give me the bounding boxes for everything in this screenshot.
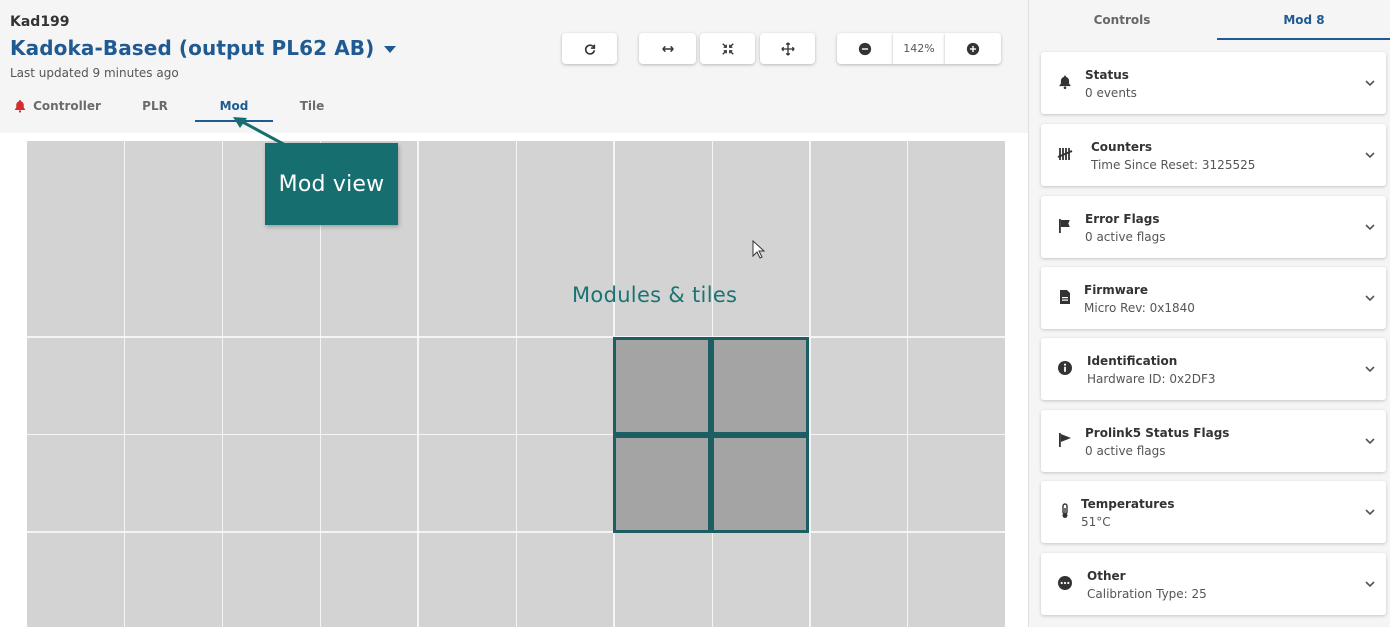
bell-icon	[1059, 75, 1071, 90]
info-icon	[1058, 361, 1072, 375]
chevron-down-icon	[1365, 581, 1375, 588]
more-icon	[1058, 576, 1072, 590]
card-title: Other	[1087, 569, 1126, 583]
zoom-level: 142%	[893, 33, 945, 64]
plus-circle-icon	[966, 42, 980, 55]
last-updated: Last updated 9 minutes ago	[10, 66, 179, 80]
chevron-down-icon	[1365, 509, 1375, 516]
mod-grid-canvas[interactable]	[27, 141, 1005, 627]
chevron-down-icon	[1365, 295, 1375, 302]
card-subtitle: Time Since Reset: 3125525	[1091, 158, 1256, 172]
card-subtitle: Calibration Type: 25	[1087, 587, 1207, 601]
card-title: Error Flags	[1085, 212, 1160, 226]
callout-text: Mod view	[278, 171, 385, 197]
chevron-down-icon	[1365, 80, 1375, 87]
card-other[interactable]: Other Calibration Type: 25	[1041, 553, 1386, 615]
tab-mod-8-label: Mod 8	[1283, 13, 1325, 27]
chevron-down-icon	[1365, 152, 1375, 159]
compress-icon	[721, 42, 734, 55]
grid-line	[27, 336, 1005, 338]
tile[interactable]	[613, 435, 711, 533]
tab-tile-label: Tile	[299, 99, 325, 113]
grid-line	[222, 141, 223, 627]
tab-plr[interactable]: PLR	[130, 90, 180, 122]
tab-controller[interactable]: Controller	[12, 90, 102, 122]
grid-line	[516, 141, 517, 627]
chevron-down-icon	[1365, 366, 1375, 373]
card-title: Temperatures	[1081, 497, 1175, 511]
grid-line	[27, 531, 1005, 533]
tab-plr-label: PLR	[142, 99, 168, 113]
card-title: Prolink5 Status Flags	[1085, 426, 1230, 440]
device-title-dropdown[interactable]: Kadoka-Based (output PL62 AB)	[10, 36, 397, 60]
card-identification[interactable]: Identification Hardware ID: 0x2DF3	[1041, 338, 1386, 400]
card-temperatures[interactable]: Temperatures 51°C	[1041, 481, 1386, 543]
thermometer-icon	[1062, 503, 1068, 518]
file-icon	[1060, 290, 1070, 304]
device-id: Kad199	[10, 14, 70, 30]
arrows-horizontal-icon	[661, 45, 674, 52]
card-subtitle: Micro Rev: 0x1840	[1084, 301, 1195, 315]
tile[interactable]	[711, 435, 809, 533]
card-error-flags[interactable]: Error Flags 0 active flags	[1041, 196, 1386, 258]
fit-horizontal-button[interactable]	[639, 33, 696, 64]
card-title: Identification	[1087, 354, 1178, 368]
grid-line	[809, 141, 811, 627]
caret-down-icon	[384, 45, 397, 53]
header: Kad199 Kadoka-Based (output PL62 AB) Las…	[0, 0, 1028, 133]
move-icon	[780, 41, 795, 56]
card-subtitle: 51°C	[1081, 515, 1111, 529]
tab-mod-8[interactable]: Mod 8	[1217, 0, 1390, 40]
card-prolink5-status-flags[interactable]: Prolink5 Status Flags 0 active flags	[1041, 410, 1386, 472]
zoom-in-button[interactable]	[945, 33, 1001, 64]
flag-icon	[1059, 219, 1070, 233]
tab-controls[interactable]: Controls	[1029, 0, 1215, 40]
side-panel: Controls Mod 8 Status 0 events Counters …	[1028, 0, 1390, 627]
tab-mod-label: Mod	[219, 99, 249, 113]
card-subtitle: 0 events	[1085, 86, 1137, 100]
view-tabs: Controller PLR Mod Tile	[0, 90, 360, 122]
tab-controller-label: Controller	[33, 99, 101, 113]
grid-line	[27, 434, 1005, 435]
refresh-button[interactable]	[562, 33, 617, 64]
card-title: Counters	[1091, 140, 1153, 154]
modules-tiles-annotation: Modules & tiles	[572, 283, 738, 307]
card-counters[interactable]: Counters Time Since Reset: 3125525	[1041, 124, 1386, 186]
move-button[interactable]	[760, 33, 815, 64]
chevron-down-icon	[1365, 224, 1375, 231]
card-subtitle: 0 active flags	[1085, 444, 1166, 458]
tab-controls-label: Controls	[1093, 13, 1151, 27]
grid-line	[124, 141, 125, 627]
grid-line	[907, 141, 908, 627]
card-subtitle: 0 active flags	[1085, 230, 1166, 244]
grid-line	[417, 141, 419, 627]
tally-icon	[1057, 148, 1073, 160]
tile[interactable]	[613, 337, 711, 435]
device-title: Kadoka-Based (output PL62 AB)	[10, 36, 375, 60]
card-firmware[interactable]: Firmware Micro Rev: 0x1840	[1041, 267, 1386, 329]
refresh-icon	[584, 43, 595, 55]
mod-view-callout: Mod view	[265, 143, 398, 225]
mouse-cursor-icon	[752, 240, 766, 259]
chevron-down-icon	[1365, 438, 1375, 445]
card-title: Firmware	[1084, 283, 1148, 297]
panel-tabs: Controls Mod 8	[1029, 0, 1390, 40]
alert-icon	[15, 99, 26, 113]
card-status[interactable]: Status 0 events	[1041, 52, 1386, 114]
pennant-icon	[1059, 433, 1071, 447]
zoom-out-button[interactable]	[837, 33, 893, 64]
tile[interactable]	[711, 337, 809, 435]
minus-circle-icon	[858, 42, 872, 55]
card-title: Status	[1085, 68, 1129, 82]
card-subtitle: Hardware ID: 0x2DF3	[1087, 372, 1216, 386]
collapse-button[interactable]	[700, 33, 755, 64]
